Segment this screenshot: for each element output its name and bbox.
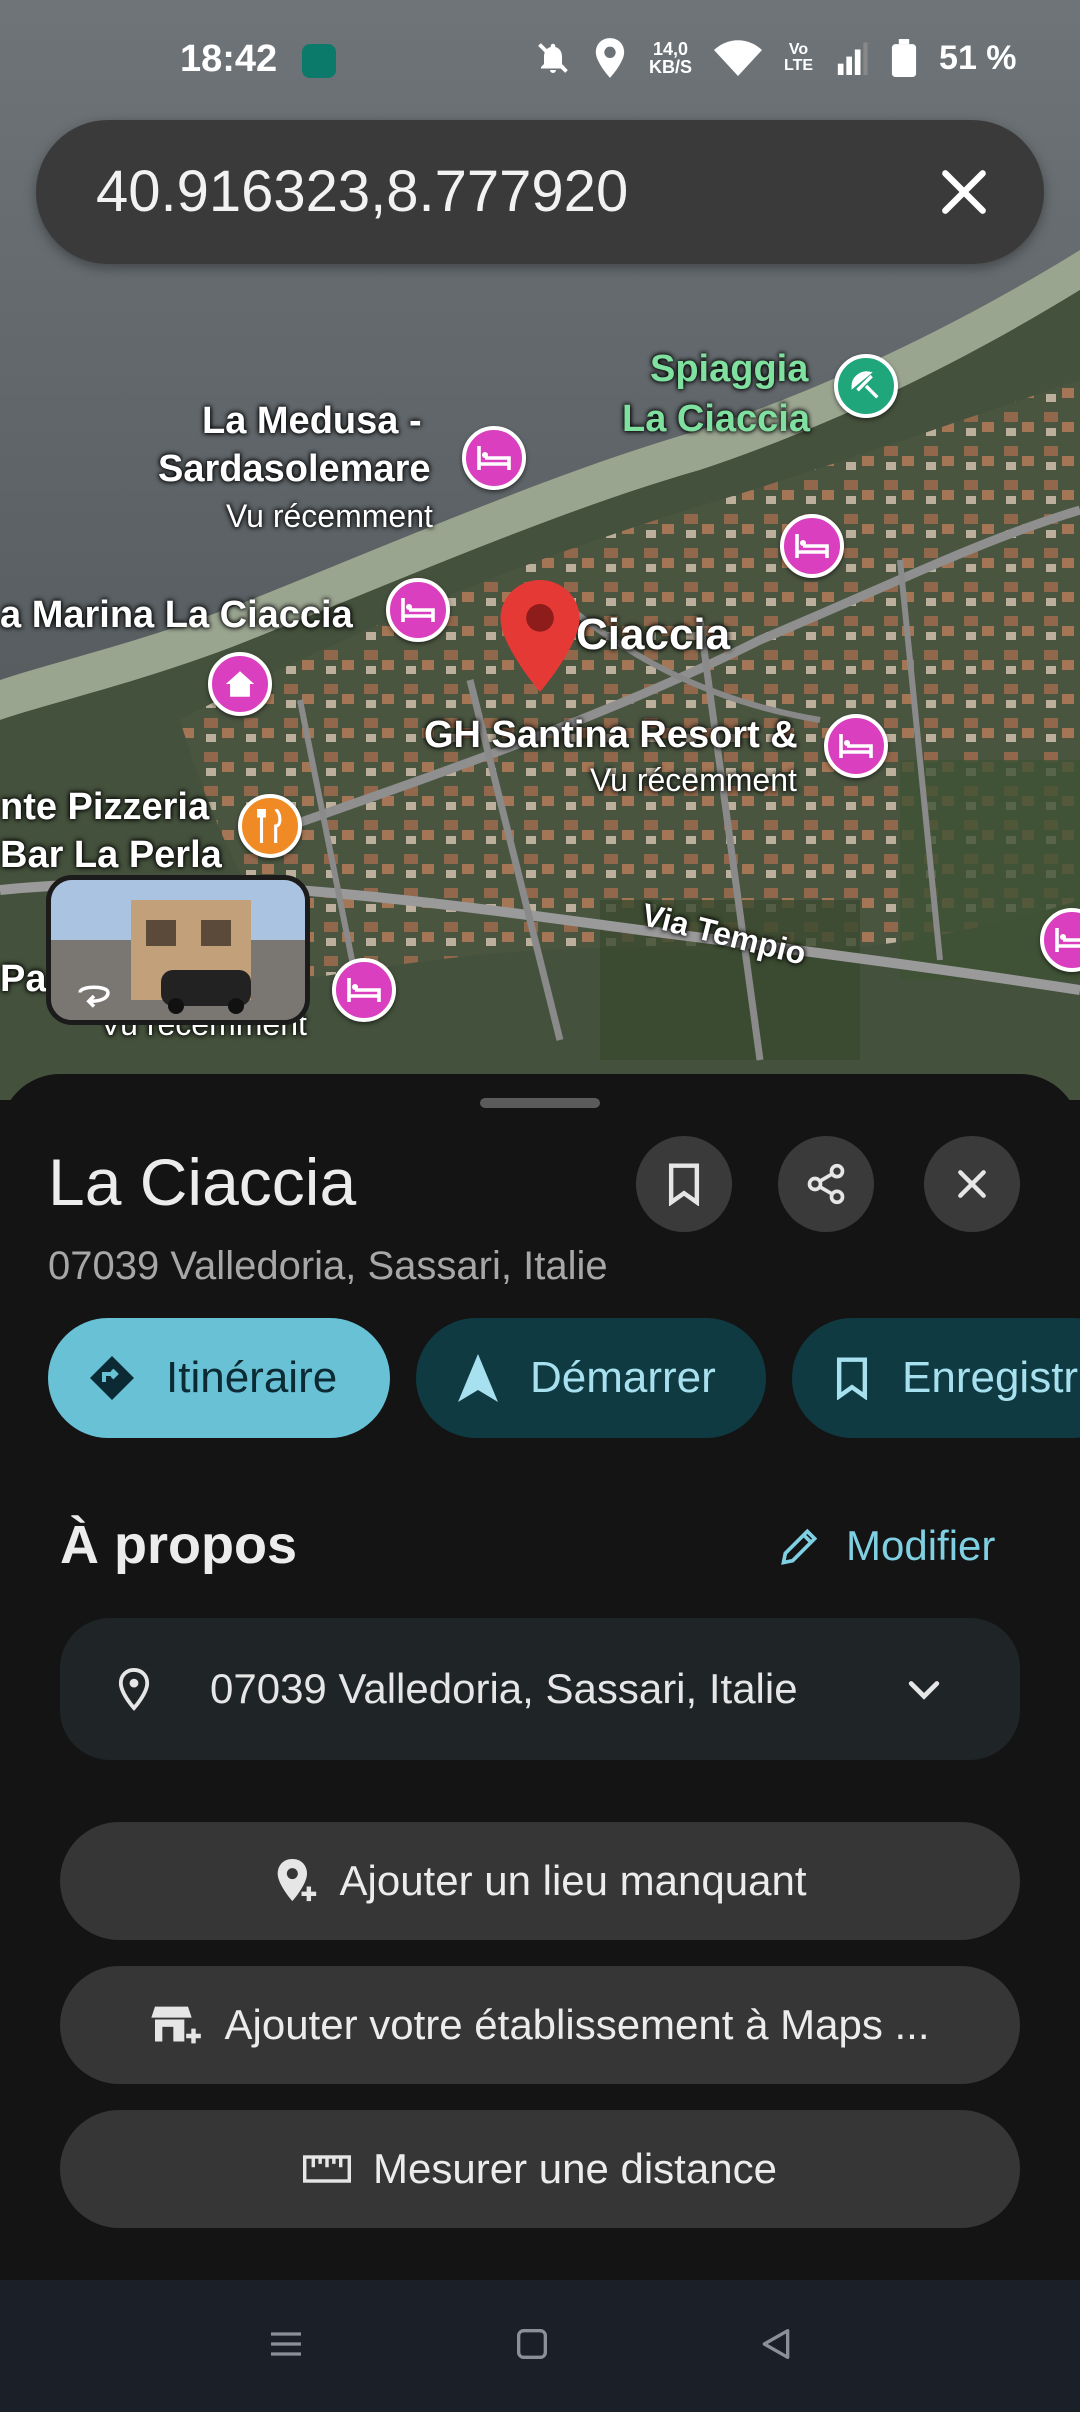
network-speed: 14,0 KB/S <box>649 39 693 77</box>
battery-icon <box>891 39 917 77</box>
fork-knife-icon <box>257 809 282 843</box>
sheet-drag-handle[interactable] <box>480 1098 600 1108</box>
start-navigation-button[interactable]: Démarrer <box>416 1318 766 1438</box>
add-business-button[interactable]: Ajouter votre établissement à Maps ... <box>60 1966 1020 2084</box>
map-label-recent: Vu récemment <box>226 498 433 534</box>
signal-icon <box>837 42 868 75</box>
hotel-poi-marker[interactable] <box>780 514 844 578</box>
bookmark-icon <box>836 1357 868 1400</box>
map-label-pizzeria-line2[interactable]: Bar La Perla <box>0 834 222 877</box>
start-label: Démarrer <box>530 1353 716 1402</box>
save-label: Enregistrer <box>902 1353 1080 1402</box>
house-icon <box>225 671 255 697</box>
save-button[interactable] <box>636 1136 732 1232</box>
wifi-icon <box>714 40 763 76</box>
add-missing-place-label: Ajouter un lieu manquant <box>339 1857 807 1904</box>
hotel-poi-marker[interactable] <box>332 958 396 1022</box>
chevron-down-icon[interactable] <box>902 1667 946 1711</box>
status-bar: 18:42 14,0 KB/S Vo LTE 51 % <box>0 0 1080 120</box>
bed-icon <box>477 446 511 470</box>
add-location-icon <box>277 1859 316 1902</box>
directions-icon <box>90 1356 134 1400</box>
app-notification-icon <box>302 44 336 78</box>
place-bottom-sheet[interactable]: La Ciaccia 07039 Valledoria, Sassari, It… <box>0 1074 1080 2412</box>
restaurant-poi-marker[interactable] <box>238 794 302 858</box>
hotel-poi-marker[interactable] <box>824 714 888 778</box>
address-row[interactable]: 07039 Valledoria, Sassari, Italie <box>60 1618 1020 1760</box>
bed-icon <box>347 978 381 1002</box>
map-label-resort-recent: Vu récemment <box>590 762 797 798</box>
bookmark-icon <box>668 1163 700 1206</box>
map-label-pa[interactable]: Pa <box>0 958 46 1001</box>
beach-poi-marker[interactable] <box>834 354 898 418</box>
about-heading: À propos <box>60 1515 297 1575</box>
hotel-poi-marker[interactable] <box>462 426 526 490</box>
map-label-medusa-line2[interactable]: Sardasolemare <box>158 448 431 491</box>
map-label-resort[interactable]: GH Santina Resort & <box>424 714 798 757</box>
location-pin-icon[interactable] <box>500 580 580 692</box>
edit-button[interactable]: Modifier <box>778 1522 995 1570</box>
bell-off-icon <box>538 43 568 73</box>
add-business-label: Ajouter votre établissement à Maps ... <box>224 2001 930 2048</box>
status-time: 18:42 <box>180 38 278 80</box>
status-icons: 14,0 KB/S Vo LTE 51 % <box>535 38 1017 78</box>
place-title: La Ciaccia <box>48 1145 357 1219</box>
rotate-360-icon <box>78 985 110 1008</box>
measure-distance-button[interactable]: Mesurer une distance <box>60 2110 1020 2228</box>
search-input[interactable]: 40.916323,8.777920 <box>96 158 628 225</box>
bed-icon <box>1055 928 1080 952</box>
measure-distance-label: Mesurer une distance <box>373 2145 777 2192</box>
ruler-icon <box>303 2155 352 2183</box>
close-icon[interactable] <box>932 160 996 224</box>
map-label-medusa[interactable]: La Medusa - <box>202 400 422 443</box>
bed-icon <box>795 534 829 558</box>
place-subtitle: 07039 Valledoria, Sassari, Italie <box>48 1244 608 1288</box>
directions-label: Itinéraire <box>166 1353 338 1402</box>
bed-icon <box>401 598 435 622</box>
directions-button[interactable]: Itinéraire <box>48 1318 390 1438</box>
navigation-arrow-icon <box>458 1354 498 1402</box>
close-sheet-button[interactable] <box>924 1136 1020 1232</box>
back-icon[interactable] <box>756 2324 796 2364</box>
map-label-pizzeria[interactable]: nte Pizzeria <box>0 786 209 829</box>
hotel-poi-marker[interactable] <box>386 578 450 642</box>
bed-icon <box>839 734 873 758</box>
pencil-icon <box>781 1528 818 1565</box>
location-pin-outline-icon <box>118 1668 150 1711</box>
location-icon <box>595 38 625 78</box>
save-place-button[interactable]: Enregistrer <box>792 1318 1080 1438</box>
share-icon <box>807 1163 845 1205</box>
volte-indicator: Vo LTE <box>784 41 814 74</box>
address-text: 07039 Valledoria, Sassari, Italie <box>210 1665 798 1712</box>
umbrella-icon <box>851 371 879 399</box>
system-navigation-bar <box>0 2280 1080 2412</box>
battery-level: 51 % <box>939 38 1017 77</box>
add-business-icon <box>150 2006 201 2044</box>
add-missing-place-button[interactable]: Ajouter un lieu manquant <box>60 1822 1020 1940</box>
map-view[interactable]: 18:42 14,0 KB/S Vo LTE 51 % 40.916323,8.… <box>0 0 1080 1100</box>
menu-icon[interactable] <box>266 2324 306 2364</box>
search-bar[interactable]: 40.916323,8.777920 <box>36 120 1044 264</box>
share-button[interactable] <box>778 1136 874 1232</box>
map-label-place[interactable]: Ciaccia <box>576 610 730 660</box>
street-view-thumbnail[interactable] <box>46 875 310 1025</box>
map-label-beach-line2[interactable]: La Ciaccia <box>622 398 810 441</box>
lodging-poi-marker[interactable] <box>208 652 272 716</box>
home-icon[interactable] <box>512 2324 552 2364</box>
edit-label: Modifier <box>846 1522 996 1569</box>
map-label-beach[interactable]: Spiaggia <box>650 348 808 391</box>
map-label-marina[interactable]: a Marina La Ciaccia <box>0 594 353 637</box>
close-icon <box>958 1170 986 1198</box>
